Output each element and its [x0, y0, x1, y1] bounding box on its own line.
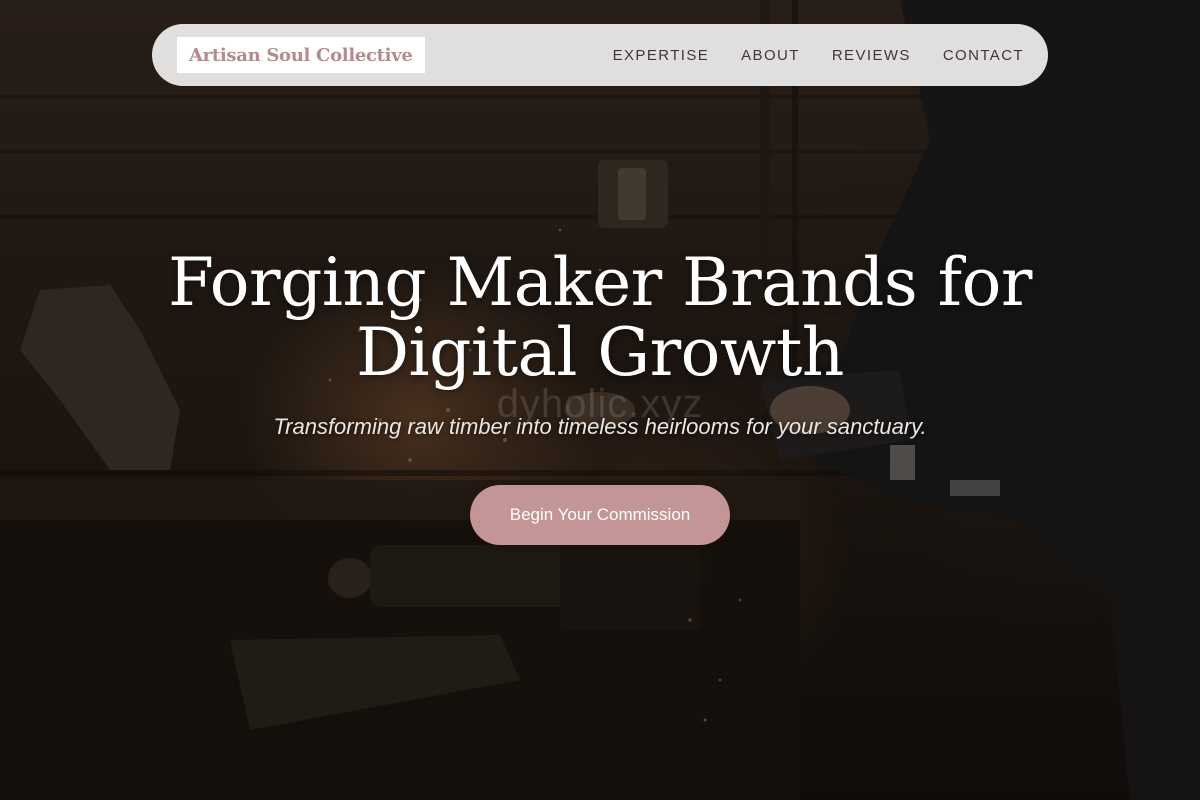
- begin-commission-button[interactable]: Begin Your Commission: [469, 485, 731, 545]
- nav-links: EXPERTISE ABOUT REVIEWS CONTACT: [581, 47, 1024, 64]
- nav-link-contact[interactable]: CONTACT: [943, 47, 1024, 64]
- hero-title-line-1: Forging Maker Brands for: [168, 244, 1032, 321]
- site-logo[interactable]: Artisan Soul Collective: [177, 37, 425, 73]
- hero-title: Forging Maker Brands for Digital Growth: [110, 248, 1090, 388]
- hero-title-line-2: Digital Growth: [356, 314, 844, 391]
- hero-subtitle: Transforming raw timber into timeless he…: [273, 414, 927, 439]
- hero-section: dyholic.xyz Artisan Soul Collective EXPE…: [0, 0, 1200, 800]
- nav-link-about[interactable]: ABOUT: [741, 47, 800, 64]
- hero-content: Forging Maker Brands for Digital Growth …: [0, 248, 1200, 545]
- logo-text: Artisan Soul Collective: [189, 44, 413, 66]
- nav-link-expertise[interactable]: EXPERTISE: [613, 47, 710, 64]
- nav-link-reviews[interactable]: REVIEWS: [832, 47, 911, 64]
- top-navbar: Artisan Soul Collective EXPERTISE ABOUT …: [152, 24, 1048, 86]
